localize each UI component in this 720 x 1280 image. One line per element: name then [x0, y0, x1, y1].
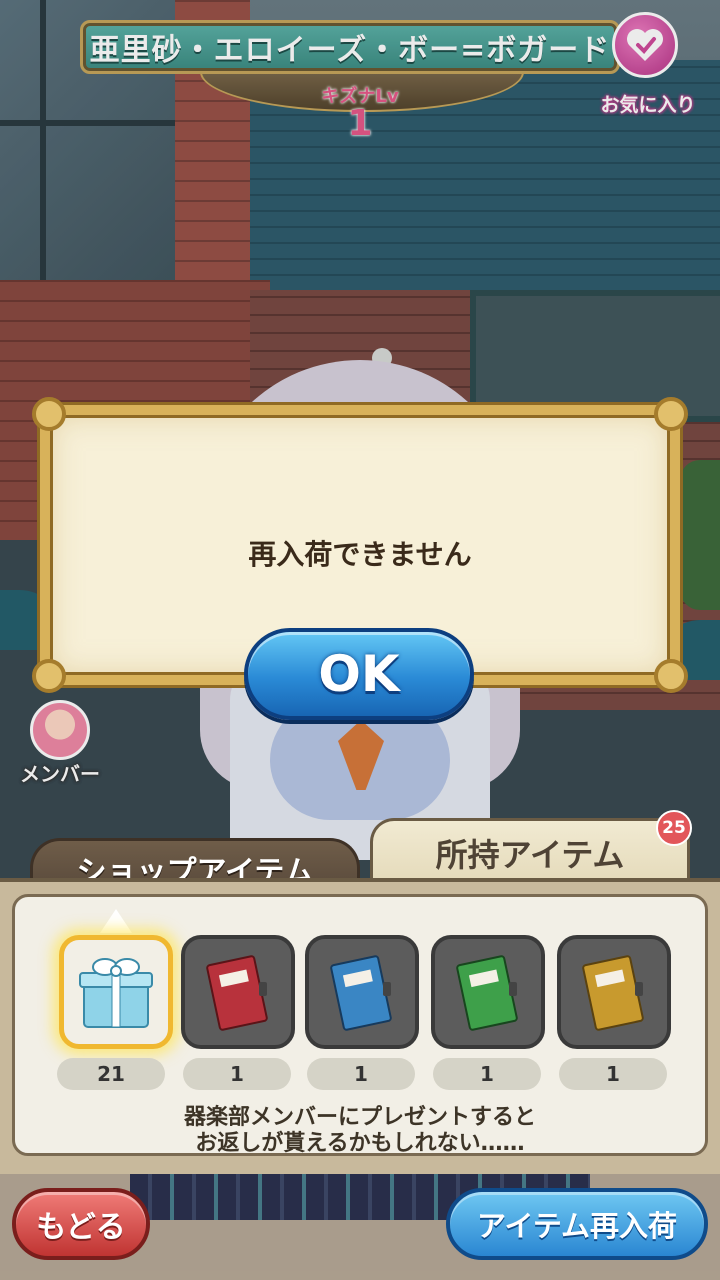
- present-hint-line1: 器楽部メンバーにプレゼントすると: [183, 1105, 536, 1130]
- present-hint: 器楽部メンバーにプレゼントすると お返しが貰えるかもしれない……: [15, 1105, 705, 1157]
- item-slot-red-report[interactable]: [181, 935, 295, 1049]
- yellow-report-book-icon: [582, 955, 644, 1031]
- ok-button-label: OK: [318, 645, 400, 703]
- item-count-green-report: 1: [433, 1058, 541, 1090]
- item-count-blue-report: 1: [307, 1058, 415, 1090]
- item-count-gift: 21: [57, 1058, 165, 1090]
- tab-owned-items-label: 所持アイテム: [435, 835, 625, 874]
- dialog-corner-ornament: [32, 397, 66, 431]
- restock-items-button[interactable]: アイテム再入荷: [446, 1188, 708, 1260]
- present-hint-line2: お返しが貰えるかもしれない……: [195, 1131, 525, 1156]
- restock-button-label: アイテム再入荷: [476, 1209, 678, 1243]
- item-panel-inner: 21 1 1 1 1 器楽部メンバーにプレゼントすると お返しが貰えるかもしれな…: [12, 894, 708, 1156]
- item-panel: 21 1 1 1 1 器楽部メンバーにプレゼントすると お返しが貰えるかもしれな…: [0, 878, 720, 1174]
- green-report-book-icon: [456, 955, 518, 1031]
- ok-button[interactable]: OK: [244, 628, 474, 720]
- back-button-label: もどる: [36, 1210, 126, 1245]
- item-slot-gift[interactable]: [59, 935, 173, 1049]
- item-slot-yellow-report[interactable]: [557, 935, 671, 1049]
- gift-box-icon: [79, 958, 153, 1028]
- back-button[interactable]: もどる: [12, 1188, 150, 1260]
- item-slot-blue-report[interactable]: [305, 935, 419, 1049]
- dialog-corner-ornament: [654, 659, 688, 693]
- dialog-message: 再入荷できません: [248, 538, 472, 571]
- red-report-book-icon: [206, 955, 268, 1031]
- blue-report-book-icon: [330, 955, 392, 1031]
- item-count-red-report: 1: [183, 1058, 291, 1090]
- item-count-yellow-report: 1: [559, 1058, 667, 1090]
- owned-count-badge: 25: [656, 810, 692, 846]
- item-slot-green-report[interactable]: [431, 935, 545, 1049]
- dialog-corner-ornament: [654, 397, 688, 431]
- dialog-corner-ornament: [32, 659, 66, 693]
